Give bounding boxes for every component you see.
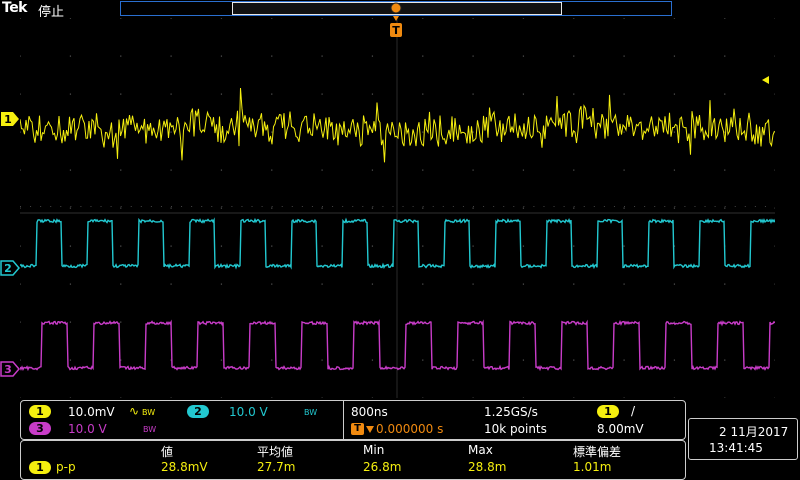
ch2-bandwidth-limit-icon: BW: [304, 408, 318, 417]
ch3-bandwidth-limit-icon: BW: [143, 425, 157, 434]
ch3-marker[interactable]: 3: [0, 360, 22, 378]
meas-header-value: 値: [161, 445, 174, 459]
ch2-scale[interactable]: 10.0 V: [229, 405, 268, 419]
horizontal-position[interactable]: 0.000000 s: [376, 422, 443, 436]
datetime-box[interactable]: 2 11月2017 13:41:45: [688, 418, 798, 460]
meas-channel-badge[interactable]: 1: [29, 461, 51, 474]
ch3-badge[interactable]: 3: [29, 422, 51, 435]
ch1-scale[interactable]: 10.0mV: [68, 405, 115, 419]
meas-mean: 27.7m: [257, 460, 296, 474]
meas-value: 28.8mV: [161, 460, 208, 474]
delay-arrow-icon: [366, 426, 374, 433]
trigger-level-marker-icon[interactable]: [760, 74, 772, 86]
ch2-badge[interactable]: 2: [187, 405, 209, 418]
record-length[interactable]: 10k points: [484, 422, 547, 436]
time-label: 13:41:45: [709, 441, 763, 455]
meas-header-stddev: 標準偏差: [573, 445, 622, 459]
trigger-position-marker[interactable]: T: [388, 0, 404, 40]
horizontal-scale[interactable]: 800ns: [351, 405, 388, 419]
ch1-marker[interactable]: 1: [0, 110, 22, 128]
meas-type[interactable]: p-p: [56, 460, 76, 474]
ch1-badge[interactable]: 1: [29, 405, 51, 418]
brand-logo: Tek: [2, 0, 28, 16]
trigger-slope-icon[interactable]: /: [631, 404, 635, 418]
svg-text:1: 1: [4, 113, 12, 126]
meas-header-mean: 平均値: [257, 445, 294, 459]
measurement-panel: 値 平均値 Min Max 標準偏差 1 p-p 28.8mV 27.7m 26…: [20, 440, 686, 480]
panel-divider: [343, 401, 344, 439]
meas-stddev: 1.01m: [573, 460, 612, 474]
ac-coupling-icon: ∿: [129, 404, 140, 418]
ch3-scale[interactable]: 10.0 V: [68, 422, 107, 436]
trigger-t-label: T: [392, 24, 400, 37]
trigger-t-badge-icon: T: [351, 423, 364, 435]
svg-text:3: 3: [4, 363, 12, 376]
meas-header-min: Min: [363, 443, 385, 457]
waveform-graticule: [20, 18, 775, 398]
trigger-source-badge[interactable]: 1: [597, 405, 619, 418]
sample-rate: 1.25GS/s: [484, 405, 538, 419]
meas-header-max: Max: [468, 443, 493, 457]
ch2-marker[interactable]: 2: [0, 259, 22, 277]
trigger-level[interactable]: 8.00mV: [597, 422, 644, 436]
channel-settings-panel: 1 10.0mV ∿ BW 2 10.0 V BW 3 10.0 V BW 80…: [20, 400, 686, 440]
trigger-arrow-icon: [393, 16, 399, 21]
date-label: 2 11月2017: [719, 425, 789, 439]
ch1-bandwidth-limit-icon: BW: [142, 408, 156, 417]
svg-text:2: 2: [4, 262, 12, 275]
meas-max: 28.8m: [468, 460, 507, 474]
trigger-origin-icon: [390, 2, 402, 14]
meas-min: 26.8m: [363, 460, 402, 474]
